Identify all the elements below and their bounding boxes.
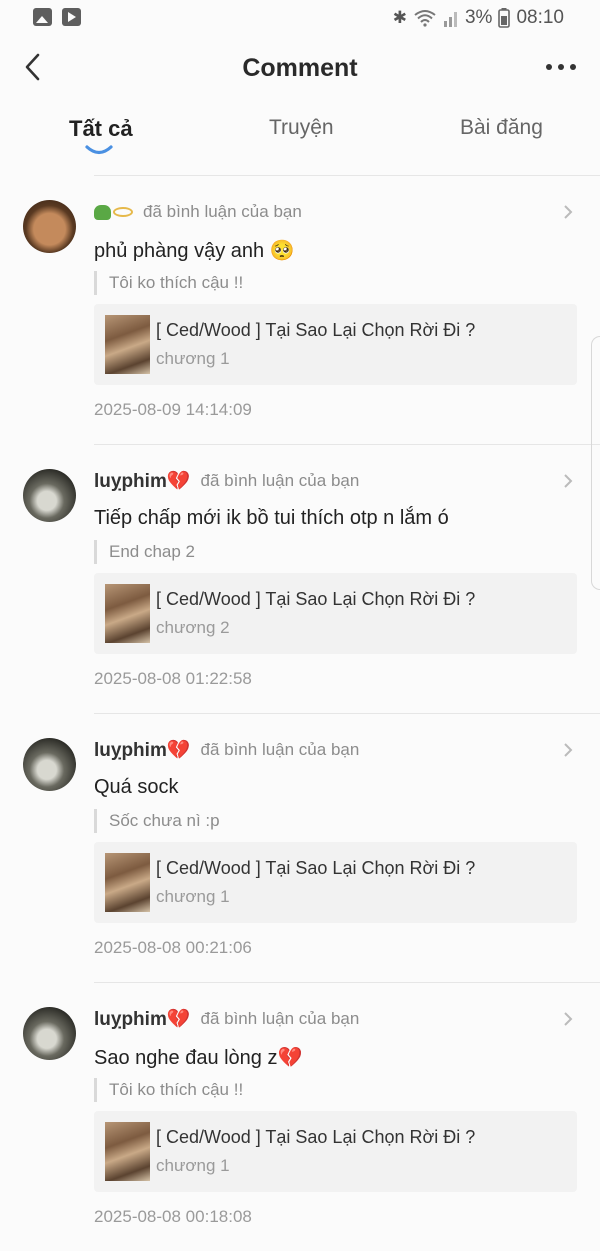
story-thumbnail xyxy=(105,853,150,912)
page-title: Comment xyxy=(242,54,358,82)
wifi-icon xyxy=(413,9,437,27)
story-title: [ Ced/Wood ] Tại Sao Lại Chọn Rời Đi ? xyxy=(156,858,476,878)
quoted-text: End chap 2 xyxy=(94,540,195,564)
bluetooth-icon: ✱ xyxy=(392,8,407,27)
story-title: [ Ced/Wood ] Tại Sao Lại Chọn Rời Đi ? xyxy=(156,1127,476,1147)
comment-item[interactable]: luỵphim💔 đã bình luận của bạn Tiếp chấp … xyxy=(0,445,600,713)
comment-header: luỵphim💔 đã bình luận của bạn xyxy=(94,1007,359,1031)
story-thumbnail xyxy=(105,1122,150,1181)
comment-text: Tiếp chấp mới ik bồ tui thích otp n lắm … xyxy=(94,507,449,529)
status-bar: ✱ 3% 08:10 xyxy=(0,0,600,36)
app-header: Comment xyxy=(0,36,600,100)
comment-header: đã bình luận của bạn xyxy=(94,200,302,224)
timestamp: 2025-08-09 14:14:09 xyxy=(94,400,252,419)
tab-posts[interactable]: Bài đăng xyxy=(460,116,543,140)
notification-icons xyxy=(33,8,81,26)
quoted-text: Tôi ko thích cậu !! xyxy=(94,271,243,295)
timestamp: 2025-08-08 01:22:58 xyxy=(94,669,252,688)
image-notification-icon xyxy=(33,8,52,26)
story-card[interactable]: [ Ced/Wood ] Tại Sao Lại Chọn Rời Đi ? c… xyxy=(94,573,577,654)
timestamp: 2025-08-08 00:18:08 xyxy=(94,1207,252,1226)
username[interactable]: luỵphim💔 xyxy=(94,1007,191,1031)
clock: 08:10 xyxy=(516,7,564,28)
avatar[interactable] xyxy=(23,1007,76,1060)
filter-tabs: Tất cả Truyện Bài đăng xyxy=(0,108,600,170)
action-text: đã bình luận của bạn xyxy=(200,740,360,759)
frog-icon xyxy=(94,204,111,220)
quoted-text: Tôi ko thích cậu !! xyxy=(94,1078,243,1102)
tab-all[interactable]: Tất cả xyxy=(69,116,133,142)
play-notification-icon xyxy=(62,8,81,26)
comment-header: luỵphim💔 đã bình luận của bạn xyxy=(94,738,359,762)
user-badge-emoji xyxy=(94,204,133,220)
story-card[interactable]: [ Ced/Wood ] Tại Sao Lại Chọn Rời Đi ? c… xyxy=(94,842,577,923)
edge-panel-handle[interactable] xyxy=(591,336,600,590)
comment-item[interactable]: luỵphim💔 đã bình luận của bạn Quá sock S… xyxy=(0,714,600,982)
status-indicators: ✱ 3% 08:10 xyxy=(393,7,564,29)
comment-item[interactable]: đã bình luận của bạn phủ phàng vậy anh 🥺… xyxy=(0,176,600,444)
story-thumbnail xyxy=(105,315,150,374)
story-title: [ Ced/Wood ] Tại Sao Lại Chọn Rời Đi ? xyxy=(156,589,476,609)
action-text: đã bình luận của bạn xyxy=(200,471,360,490)
battery-percent: 3% xyxy=(464,7,493,28)
story-title: [ Ced/Wood ] Tại Sao Lại Chọn Rời Đi ? xyxy=(156,320,476,340)
username[interactable]: luỵphim💔 xyxy=(94,738,191,762)
comment-item[interactable]: luỵphim💔 đã bình luận của bạn Sao nghe đ… xyxy=(0,983,600,1251)
comment-text: Quá sock xyxy=(94,776,179,798)
story-card[interactable]: [ Ced/Wood ] Tại Sao Lại Chọn Rời Đi ? c… xyxy=(94,304,577,385)
chevron-right-icon[interactable] xyxy=(562,204,574,220)
signal-icon xyxy=(443,9,459,27)
story-thumbnail xyxy=(105,584,150,643)
avatar[interactable] xyxy=(23,469,76,522)
active-tab-indicator xyxy=(85,145,113,155)
action-text: đã bình luận của bạn xyxy=(143,202,302,221)
comment-header: luỵphim💔 đã bình luận của bạn xyxy=(94,469,359,493)
chevron-right-icon[interactable] xyxy=(562,473,574,489)
dot-icon xyxy=(570,64,576,70)
dot-icon xyxy=(546,64,552,70)
avatar[interactable] xyxy=(23,200,76,253)
avatar[interactable] xyxy=(23,738,76,791)
quoted-text: Sốc chưa nì :p xyxy=(94,809,220,833)
tab-stories[interactable]: Truyện xyxy=(269,116,334,140)
chapter-label: chương 2 xyxy=(156,618,230,637)
battery-icon xyxy=(498,8,511,28)
chapter-label: chương 1 xyxy=(156,1156,230,1175)
ring-icon xyxy=(113,207,133,217)
story-card[interactable]: [ Ced/Wood ] Tại Sao Lại Chọn Rời Đi ? c… xyxy=(94,1111,577,1192)
more-options-button[interactable] xyxy=(546,64,576,70)
dot-icon xyxy=(558,64,564,70)
chapter-label: chương 1 xyxy=(156,349,230,368)
comment-text: Sao nghe đau lòng z💔 xyxy=(94,1047,303,1069)
chevron-right-icon[interactable] xyxy=(562,1011,574,1027)
timestamp: 2025-08-08 00:21:06 xyxy=(94,938,252,957)
action-text: đã bình luận của bạn xyxy=(200,1009,360,1028)
username[interactable]: luỵphim💔 xyxy=(94,469,191,493)
chapter-label: chương 1 xyxy=(156,887,230,906)
comment-text: phủ phàng vậy anh 🥺 xyxy=(94,240,295,262)
chevron-right-icon[interactable] xyxy=(562,742,574,758)
